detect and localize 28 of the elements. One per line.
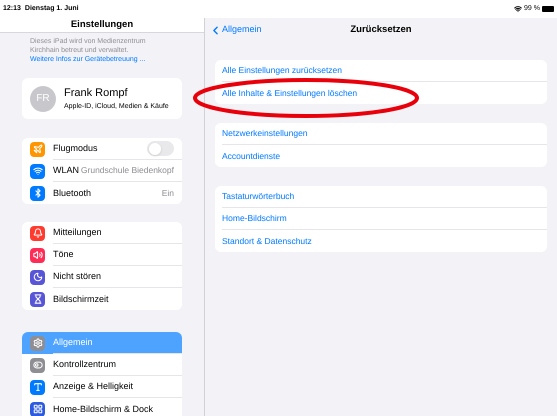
reset-option[interactable]: Accountdienste bbox=[222, 145, 547, 167]
row-label: Nicht stören bbox=[53, 270, 102, 283]
back-button[interactable]: Allgemein bbox=[209, 23, 262, 37]
reset-option[interactable]: Home-Bildschirm bbox=[222, 208, 547, 230]
page-title: Zurücksetzen bbox=[350, 22, 412, 37]
reset-option[interactable]: Tastaturwörterbuch bbox=[222, 186, 547, 208]
toggle-switch[interactable] bbox=[147, 141, 174, 156]
reset-option[interactable]: Alle Inhalte & Einstellungen löschen bbox=[222, 82, 547, 104]
row-label: WLAN bbox=[53, 164, 80, 177]
battery-icon bbox=[542, 6, 554, 12]
avatar: FR bbox=[30, 86, 56, 112]
sidebar-title: Einstellungen bbox=[70, 18, 134, 32]
row-value: Grundschule Biedenkopf bbox=[80, 164, 174, 178]
row-label: Anzeige & Helligkeit bbox=[53, 380, 134, 393]
row-value: Ein bbox=[162, 186, 174, 200]
profile-name: Frank Rompf bbox=[64, 86, 129, 102]
row-label: Allgemein bbox=[53, 336, 94, 349]
reset-option[interactable]: Standort & Datenschutz bbox=[222, 230, 547, 252]
row-label: Home-Bildschirm & Dock bbox=[53, 402, 154, 416]
row-label: Mitteilungen bbox=[53, 226, 103, 239]
reset-option[interactable]: Alle Einstellungen zurücksetzen bbox=[222, 60, 547, 82]
row-label: Kontrollzentrum bbox=[53, 358, 118, 371]
row-label: Flugmodus bbox=[53, 142, 99, 155]
reset-option[interactable]: Netzwerkeinstellungen bbox=[222, 123, 547, 145]
row-label: Töne bbox=[53, 248, 75, 261]
wifi-icon bbox=[514, 5, 522, 13]
row-label: Bildschirmzeit bbox=[53, 292, 110, 306]
row-label: Bluetooth bbox=[53, 186, 92, 200]
